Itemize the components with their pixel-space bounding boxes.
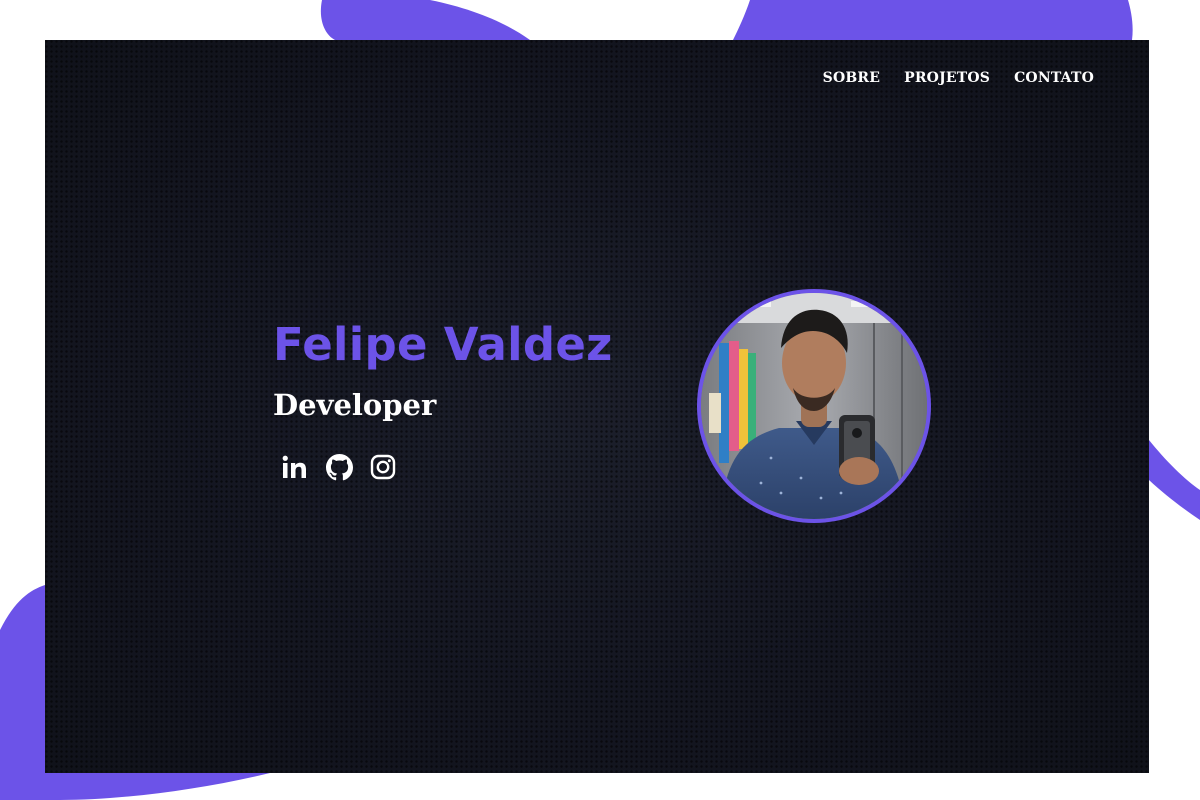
hero-role: Developer — [273, 388, 437, 422]
profile-photo — [697, 289, 931, 523]
top-nav: SOBRE PROJETOS CONTATO — [823, 70, 1094, 86]
profile-photo-image — [701, 293, 927, 519]
github-icon — [325, 453, 353, 480]
github-link[interactable] — [325, 453, 353, 481]
linkedin-icon — [282, 455, 306, 478]
instagram-link[interactable] — [369, 453, 397, 481]
nav-link-contato[interactable]: CONTATO — [1014, 70, 1094, 86]
nav-link-projetos[interactable]: PROJETOS — [904, 70, 990, 86]
social-links — [281, 453, 397, 481]
linkedin-link[interactable] — [281, 453, 309, 481]
hero-name: Felipe Valdez — [273, 318, 613, 371]
page-stage: SOBRE PROJETOS CONTATO Felipe Valdez Dev… — [0, 0, 1200, 800]
nav-link-sobre[interactable]: SOBRE — [823, 70, 880, 86]
website-screen: SOBRE PROJETOS CONTATO Felipe Valdez Dev… — [45, 40, 1149, 773]
instagram-icon — [370, 454, 396, 480]
